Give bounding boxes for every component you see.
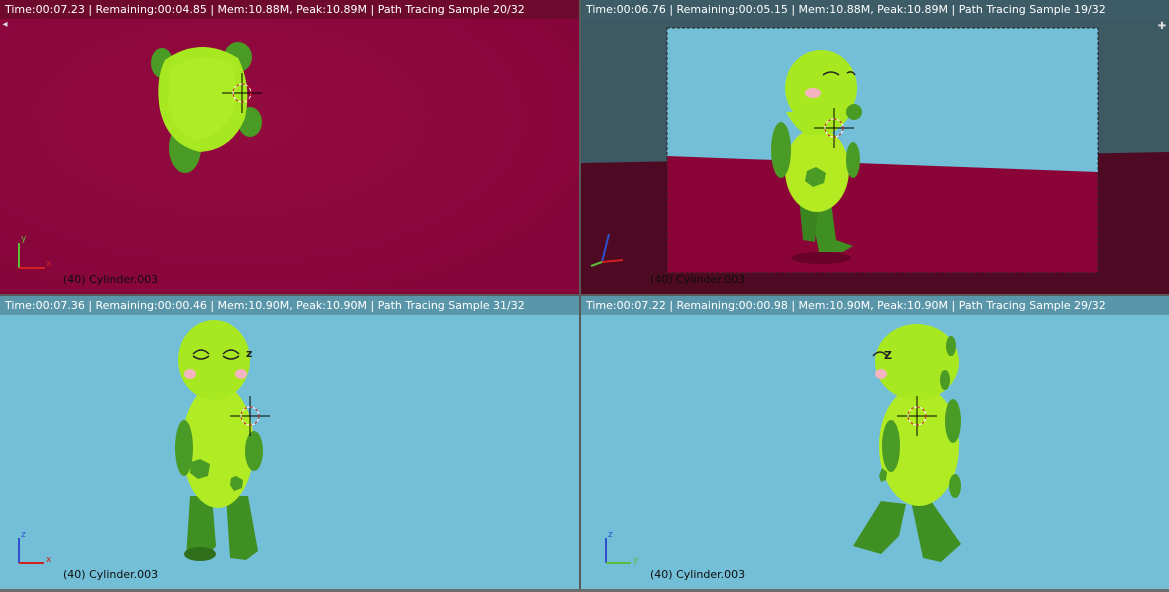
active-object-label: (40) Cylinder.003 (650, 568, 746, 581)
svg-text:z: z (246, 347, 252, 360)
axis-v-label: y (21, 234, 27, 244)
axis-v-label: z (608, 530, 613, 540)
active-object-label: (40) Cylinder.003 (63, 568, 159, 581)
axis-h-label: x (46, 259, 52, 269)
active-object-label: (40) Cylinder.003 (63, 273, 159, 286)
render-stats-header: Time:00:07.23 | Remaining:00:04.85 | Mem… (0, 0, 579, 19)
render-stats-header: Time:00:07.22 | Remaining:00:00.98 | Mem… (581, 296, 1169, 315)
render-stats-header: Time:00:06.76 | Remaining:00:05.15 | Mem… (581, 0, 1169, 19)
render-top-view: y x (0, 0, 579, 294)
quad-viewport-area: y x Time:00:07.23 | Remaining:00:04.85 |… (0, 0, 1169, 592)
viewport-top-right[interactable]: Time:00:06.76 | Remaining:00:05.15 | Mem… (581, 0, 1169, 294)
render-camera-view (581, 0, 1169, 294)
viewport-split-icon[interactable]: ✚ (1157, 22, 1167, 32)
svg-text:Z: Z (884, 349, 892, 362)
render-right-view: Z z y (581, 296, 1169, 589)
render-stats-header: Time:00:07.36 | Remaining:00:00.46 | Mem… (0, 296, 579, 315)
viewport-bottom-right[interactable]: Z z y Time:00:07.22 | Remaining:00:00.98… (581, 296, 1169, 589)
axis-h-label: y (633, 555, 639, 565)
axis-h-label: x (46, 555, 52, 565)
viewport-split-icon[interactable]: ◂ (0, 20, 10, 30)
viewport-bottom-left[interactable]: z z x Time:00:07.36 | Remaining:00:00.46… (0, 296, 579, 589)
render-front-view: z z x (0, 296, 579, 589)
active-object-label: (40) Cylinder.003 (650, 273, 746, 286)
viewport-top-left[interactable]: y x Time:00:07.23 | Remaining:00:04.85 |… (0, 0, 579, 294)
axis-v-label: z (21, 530, 26, 540)
